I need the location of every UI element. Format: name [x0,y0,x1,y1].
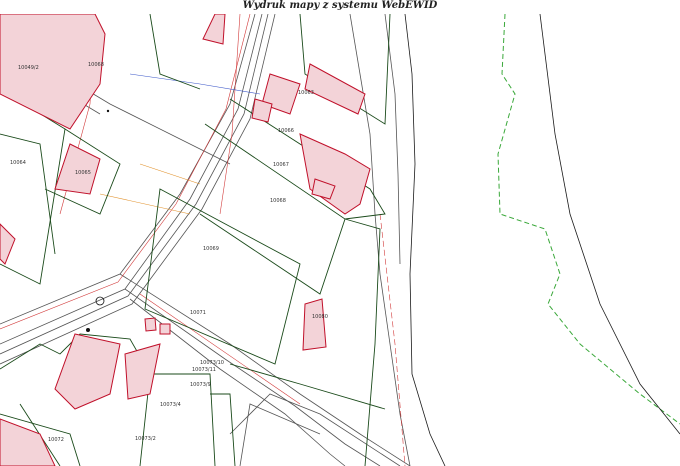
parcel-label: 10069 [203,246,219,252]
network-lines [99,73,261,215]
parcel-label: 10068 [88,62,104,68]
building-4 [202,14,226,45]
parcel-label: 10065 [75,170,91,176]
building-15 [159,323,171,335]
building-11 [54,333,121,410]
map-header: Wydruk mapy z systemu WebEWID [0,0,680,14]
parcel-label: 10071 [190,310,206,316]
building-12 [124,343,161,400]
parcel-label: 10073/11 [192,367,216,373]
building-3 [0,223,16,265]
meadow-boundary [404,14,680,466]
dashed-boundary [497,14,680,425]
parcel-label: 10073/4 [160,402,181,408]
parcel-label: 10073/10 [200,360,224,366]
building-6 [304,63,366,115]
cadastral-map[interactable]: 10068 10064 10065 10063 10066 10067 1006… [0,14,680,466]
parcel-label: 10049/2 [18,65,39,71]
parcel-label: 10073/2 [135,436,156,442]
point-symbols [86,109,110,332]
building-10 [302,298,327,351]
parcel-label: 10080 [312,314,328,320]
parcel-label: 10064 [10,160,26,166]
building-8 [299,133,371,215]
parcel-label: 10073/9 [190,382,211,388]
parcel-label: 10063 [298,90,314,96]
parcel-label: 10072 [48,437,64,443]
parcel-label: 10066 [278,128,294,134]
building-1 [0,14,106,130]
parcel-label: 10067 [273,162,289,168]
building-13 [0,418,56,466]
map-title: Wydruk mapy z systemu WebEWID [242,0,438,11]
building-14 [144,317,157,332]
parcel-label: 10068 [270,198,286,204]
